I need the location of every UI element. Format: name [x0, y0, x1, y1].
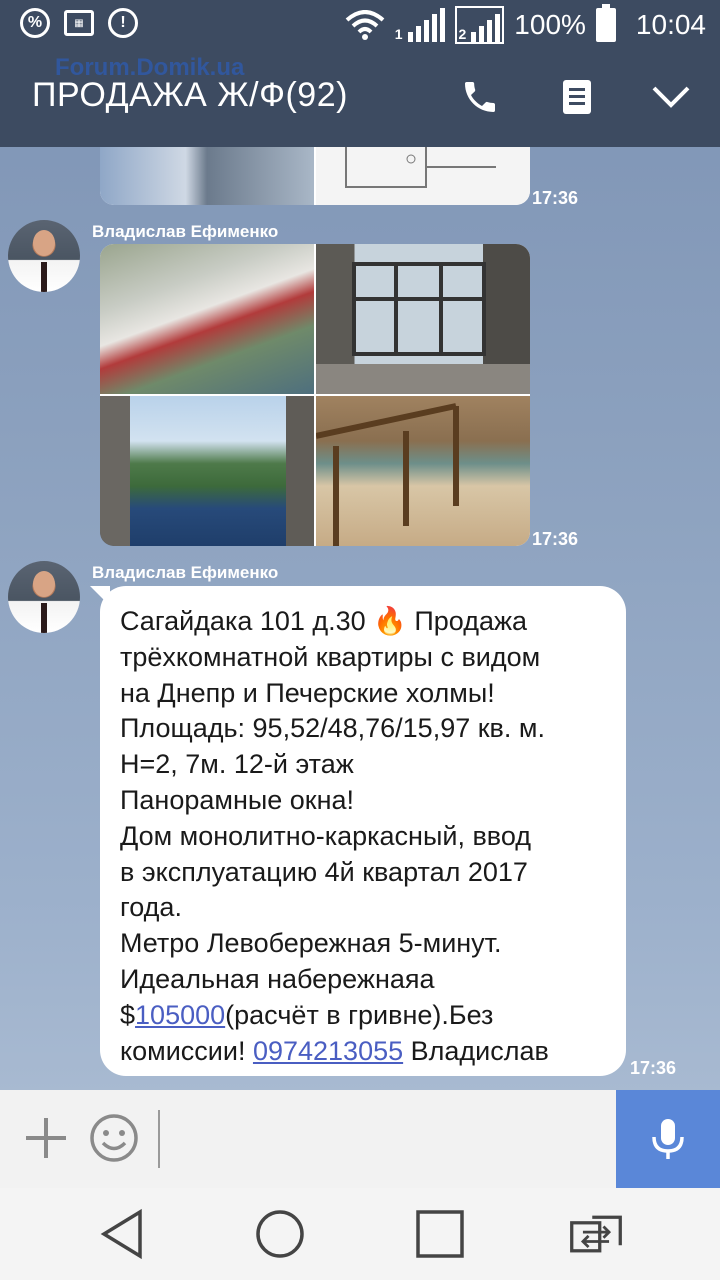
phone-number-link[interactable]: 0974213055: [253, 1036, 403, 1066]
beach-pergola-photo[interactable]: [315, 396, 530, 546]
calendar-icon: ▦: [64, 10, 94, 36]
chat-title[interactable]: ПРОДАЖА Ж/Ф(92): [32, 76, 348, 115]
text-message[interactable]: Сагайдака 101 д.30 🔥 Продажа трёхкомнатн…: [90, 586, 626, 1076]
system-nav-bar: [0, 1188, 720, 1280]
microphone-icon: [652, 1119, 684, 1159]
image-grid-message[interactable]: [100, 244, 530, 546]
signal-icon-sim2: 2: [454, 6, 505, 44]
price-link[interactable]: 105000: [135, 1000, 225, 1030]
chevron-down-icon[interactable]: [646, 72, 696, 122]
message-line: Площадь: 95,52/48,76/15,97 кв. м.: [120, 713, 545, 744]
window-view-photo[interactable]: [316, 244, 530, 394]
battery-icon: [595, 4, 616, 42]
document-icon[interactable]: [552, 72, 602, 122]
aerial-render-photo[interactable]: [100, 244, 314, 394]
avatar[interactable]: [8, 561, 80, 633]
message-input-bar: [0, 1090, 720, 1188]
emoji-icon[interactable]: [88, 1112, 140, 1164]
message-line: в эксплуатацию 4й квартал 2017: [120, 856, 528, 887]
message-line: Панорамные окна!: [120, 784, 355, 815]
battery-percent: 100%: [514, 9, 586, 40]
message-line: Н=2, 7м. 12-й этаж: [120, 749, 354, 780]
microphone-button[interactable]: [616, 1090, 720, 1188]
building-photo[interactable]: [100, 147, 314, 205]
floor-plan-image[interactable]: [316, 147, 530, 205]
image-message-partial[interactable]: [100, 147, 530, 205]
message-line: трёхкомнатной квартиры с видом: [120, 641, 541, 672]
river-view-photo[interactable]: [100, 396, 314, 546]
percent-icon: %: [20, 8, 50, 38]
home-icon[interactable]: [252, 1206, 308, 1262]
sender-name[interactable]: Владислав Ефименко: [92, 222, 278, 242]
message-line: комиссии! 0974213055 Владислав: [120, 1035, 549, 1066]
message-time: 17:36: [532, 188, 579, 208]
message-line: Идеальная набережнаяа: [120, 963, 435, 994]
message-line: на Днепр и Печерские холмы!: [120, 677, 495, 708]
message-line: $105000(расчёт в гривне).Без: [120, 999, 494, 1030]
signal-icon-sim1: 1: [395, 8, 445, 42]
alert-icon: !: [108, 8, 138, 38]
sim2-label: 2: [458, 26, 467, 42]
phone-icon[interactable]: [455, 72, 505, 122]
back-icon[interactable]: [94, 1206, 150, 1262]
recent-apps-icon[interactable]: [412, 1206, 468, 1262]
wifi-icon: [345, 10, 385, 40]
fire-icon: 🔥: [373, 606, 407, 636]
message-line: года.: [120, 892, 182, 923]
message-time: 17:36: [532, 529, 579, 549]
add-icon[interactable]: [22, 1114, 70, 1162]
sender-name[interactable]: Владислав Ефименко: [92, 563, 278, 583]
message-line: Метро Левобережная 5-минут.: [120, 928, 502, 959]
clock: 10:04: [635, 9, 706, 40]
status-bar: % ▦ ! 1 2 100% 10:04: [0, 0, 720, 50]
message-time: 17:36: [630, 1058, 677, 1078]
message-text-field[interactable]: [158, 1110, 610, 1168]
chat-header: Forum.Domik.ua ПРОДАЖА Ж/Ф(92): [0, 50, 720, 147]
sim1-label: 1: [394, 26, 403, 42]
switch-sim-icon[interactable]: [568, 1206, 624, 1262]
avatar[interactable]: [8, 220, 80, 292]
message-line: Дом монолитно-каркасный, ввод: [120, 820, 532, 851]
message-line: Сагайдака 101 д.30 🔥 Продажа: [120, 606, 528, 636]
